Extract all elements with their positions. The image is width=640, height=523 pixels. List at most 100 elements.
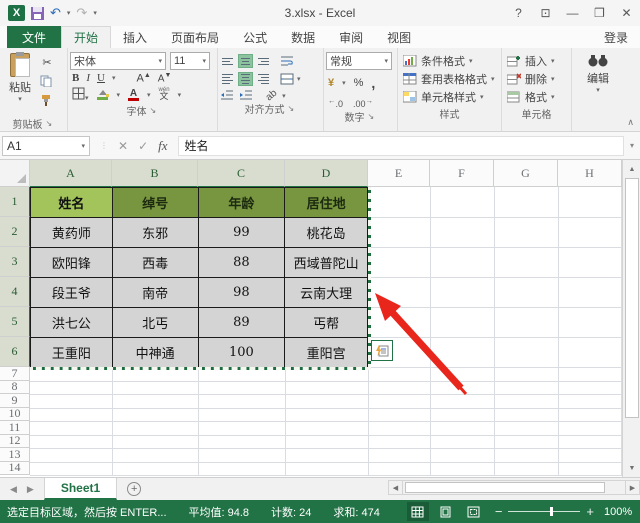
name-box-dropdown-icon[interactable]: ▾ bbox=[81, 142, 85, 150]
excel-logo-icon[interactable]: X bbox=[8, 5, 25, 21]
percent-style-button[interactable]: % bbox=[354, 77, 364, 89]
conditional-formatting-button[interactable]: 条件格式 ▾ bbox=[400, 52, 499, 70]
format-painter-button[interactable] bbox=[38, 92, 56, 108]
row-header-6[interactable]: 6 bbox=[0, 337, 30, 367]
cell-b5[interactable]: 北丐 bbox=[112, 308, 199, 338]
column-header-e[interactable]: E bbox=[368, 160, 430, 187]
column-header-c[interactable]: C bbox=[198, 160, 285, 187]
bold-button[interactable]: B bbox=[72, 72, 79, 84]
tab-data[interactable]: 数据 bbox=[279, 26, 327, 48]
cell-c1[interactable]: 年龄 bbox=[198, 188, 286, 218]
fill-color-dropdown-icon[interactable]: ▾ bbox=[117, 91, 121, 99]
zoom-slider-thumb[interactable] bbox=[550, 507, 554, 516]
align-bottom-button[interactable] bbox=[256, 54, 271, 68]
cell-c5[interactable]: 89 bbox=[198, 308, 286, 338]
format-cells-button[interactable]: 格式 ▾ bbox=[504, 88, 569, 106]
tab-view[interactable]: 视图 bbox=[375, 26, 423, 48]
font-color-button[interactable]: A bbox=[128, 88, 140, 101]
font-color-dropdown-icon[interactable]: ▾ bbox=[147, 91, 151, 99]
cell-d5[interactable]: 丐帮 bbox=[285, 308, 368, 338]
tab-page-layout[interactable]: 页面布局 bbox=[159, 26, 231, 48]
grow-font-button[interactable]: A▲ bbox=[136, 72, 150, 85]
scroll-up-icon[interactable]: ▲ bbox=[624, 161, 640, 177]
zoom-slider[interactable] bbox=[508, 507, 581, 516]
tab-home[interactable]: 开始 bbox=[61, 26, 112, 48]
cell-d2[interactable]: 桃花岛 bbox=[285, 218, 368, 248]
accounting-dropdown-icon[interactable]: ▾ bbox=[342, 79, 346, 87]
cut-button[interactable]: ✂ bbox=[38, 54, 56, 70]
merge-center-icon[interactable] bbox=[280, 73, 294, 85]
format-as-table-button[interactable]: 套用表格格式 ▾ bbox=[400, 70, 499, 88]
row-header-14[interactable]: 14 bbox=[0, 460, 30, 475]
zoom-out-icon[interactable]: − bbox=[495, 505, 503, 518]
tab-formulas[interactable]: 公式 bbox=[231, 26, 279, 48]
cell-b3[interactable]: 西毒 bbox=[112, 248, 199, 278]
shrink-font-button[interactable]: A▼ bbox=[158, 72, 172, 85]
normal-view-button[interactable] bbox=[406, 502, 429, 521]
cell-b4[interactable]: 南帝 bbox=[112, 278, 199, 308]
horizontal-scrollbar-thumb[interactable] bbox=[405, 482, 605, 493]
undo-icon[interactable]: ↶ bbox=[50, 5, 61, 21]
customize-qat-icon[interactable]: ▾ bbox=[93, 9, 97, 17]
font-size-combo[interactable]: 11 ▾ bbox=[170, 52, 210, 70]
cell-b6[interactable]: 中神通 bbox=[112, 338, 199, 368]
save-icon[interactable] bbox=[31, 6, 44, 20]
phonetic-dropdown-icon[interactable]: ▾ bbox=[178, 91, 182, 99]
cell-d3[interactable]: 西域普陀山 bbox=[285, 248, 368, 278]
quick-analysis-button[interactable] bbox=[371, 340, 393, 361]
row-header-1[interactable]: 1 bbox=[0, 187, 30, 217]
row-header-2[interactable]: 2 bbox=[0, 217, 30, 247]
orientation-dropdown-icon[interactable]: ▾ bbox=[282, 92, 286, 100]
tab-file[interactable]: 文件 bbox=[7, 26, 62, 48]
restore-button[interactable]: ❒ bbox=[586, 2, 613, 24]
alignment-dialog-launcher-icon[interactable]: ↘ bbox=[288, 104, 297, 113]
cell-d4[interactable]: 云南大理 bbox=[285, 278, 368, 308]
increase-indent-icon[interactable] bbox=[239, 90, 253, 101]
cells-area[interactable]: 姓名 绰号 年龄 居住地 黄药师 东邪 99 桃花岛 欧阳锋 西毒 88 西域普… bbox=[30, 187, 622, 476]
cell-styles-button[interactable]: 单元格样式 ▾ bbox=[400, 88, 499, 106]
accounting-format-button[interactable]: ¥ bbox=[328, 77, 334, 89]
enter-icon[interactable]: ✓ bbox=[138, 139, 148, 153]
cell-a5[interactable]: 洪七公 bbox=[31, 308, 113, 338]
copy-button[interactable] bbox=[38, 73, 56, 89]
cell-a2[interactable]: 黄药师 bbox=[31, 218, 113, 248]
next-sheet-icon[interactable]: ▶ bbox=[27, 484, 34, 495]
zoom-in-icon[interactable]: + bbox=[586, 505, 594, 518]
sign-in-link[interactable]: 登录 bbox=[604, 26, 640, 48]
redo-icon[interactable]: ↷ bbox=[76, 5, 87, 21]
tab-review[interactable]: 审阅 bbox=[327, 26, 375, 48]
number-format-combo[interactable]: 常规 ▾ bbox=[326, 52, 392, 70]
cell-d1[interactable]: 居住地 bbox=[285, 188, 368, 218]
number-dialog-launcher-icon[interactable]: ↘ bbox=[368, 112, 377, 121]
tab-insert[interactable]: 插入 bbox=[111, 26, 159, 48]
decrease-indent-icon[interactable] bbox=[220, 90, 234, 101]
align-right-button[interactable] bbox=[256, 72, 271, 86]
paste-dropdown-icon[interactable]: ▾ bbox=[18, 95, 22, 103]
scroll-left-icon[interactable]: ◀ bbox=[388, 480, 403, 495]
middle-align-button[interactable] bbox=[238, 54, 253, 68]
borders-button[interactable]: ▾ bbox=[72, 87, 89, 103]
delete-cells-button[interactable]: 删除 ▾ bbox=[504, 70, 569, 88]
help-button[interactable]: ? bbox=[505, 2, 532, 24]
cell-d6[interactable]: 重阳宫 bbox=[285, 338, 368, 368]
row-header-4[interactable]: 4 bbox=[0, 277, 30, 307]
cancel-icon[interactable]: ✕ bbox=[118, 139, 128, 153]
comma-style-button[interactable]: , bbox=[371, 75, 375, 91]
wrap-text-icon[interactable] bbox=[280, 55, 294, 67]
select-all-button[interactable] bbox=[0, 160, 30, 187]
collapse-ribbon-icon[interactable]: ∧ bbox=[627, 117, 634, 128]
cell-c2[interactable]: 99 bbox=[198, 218, 286, 248]
paste-button[interactable]: 粘贴 ▾ bbox=[2, 50, 38, 116]
vertical-scrollbar[interactable]: ▲ ▼ bbox=[622, 160, 640, 477]
editing-dropdown-icon[interactable]: ▾ bbox=[596, 86, 600, 94]
cell-b2[interactable]: 东邪 bbox=[112, 218, 199, 248]
ribbon-display-button[interactable]: ⊡ bbox=[532, 2, 559, 24]
cell-a3[interactable]: 欧阳锋 bbox=[31, 248, 113, 278]
formula-bar-splitter[interactable]: ⋮ bbox=[100, 141, 108, 150]
column-header-b[interactable]: B bbox=[112, 160, 198, 187]
clipboard-dialog-launcher-icon[interactable]: ↘ bbox=[46, 119, 55, 128]
page-layout-view-button[interactable] bbox=[435, 502, 457, 521]
merge-dropdown-icon[interactable]: ▾ bbox=[297, 75, 301, 83]
column-header-g[interactable]: G bbox=[494, 160, 558, 187]
row-header-5[interactable]: 5 bbox=[0, 307, 30, 337]
